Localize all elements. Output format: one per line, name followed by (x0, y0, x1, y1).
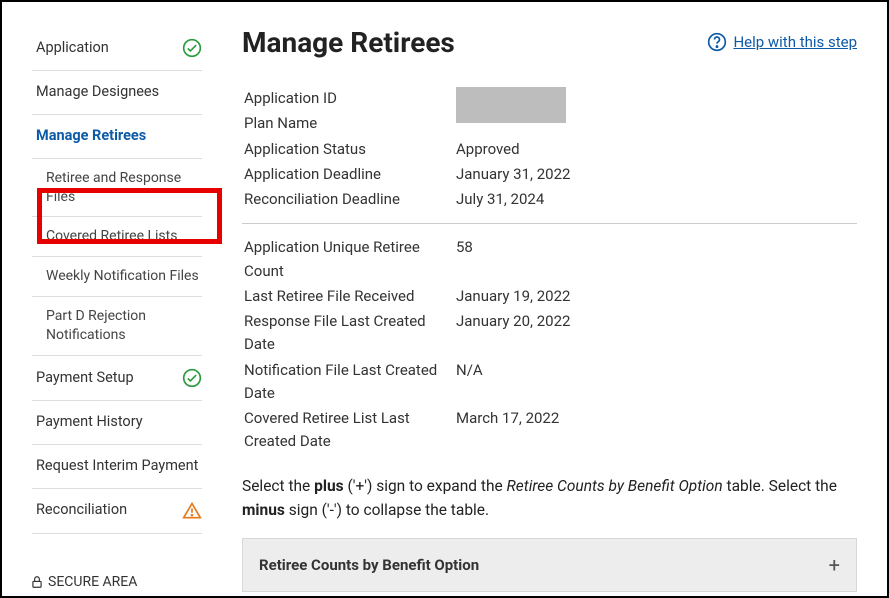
lock-icon (30, 575, 44, 589)
sidebar-item-label: Part D Rejection Notifications (46, 308, 146, 343)
detail-value: July 31, 2024 (456, 188, 855, 211)
divider (242, 223, 857, 224)
detail-value: January 31, 2022 (456, 163, 855, 186)
detail-label: Plan Name (244, 112, 454, 135)
detail-value: March 17, 2022 (456, 407, 855, 454)
sidebar-sub-covered-lists[interactable]: Covered Retiree Lists (32, 217, 202, 257)
expand-retiree-counts[interactable]: Retiree Counts by Benefit Option + (242, 538, 857, 592)
detail-value: N/A (456, 359, 855, 406)
details-table-2: Application Unique Retiree Count 58 Last… (242, 234, 857, 455)
detail-value: 58 (456, 236, 855, 283)
detail-label: Notification File Last Created Date (244, 359, 454, 406)
sidebar-item-label: Retiree and Response Files (46, 170, 181, 205)
sidebar-sub-retiree-files[interactable]: Retiree and Response Files (32, 159, 202, 218)
sidebar-item-label: Weekly Notification Files (46, 268, 199, 284)
secure-area-label: SECURE AREA (48, 574, 137, 590)
sidebar-item-label: Reconciliation (36, 501, 127, 520)
sidebar-sub-weekly-notif[interactable]: Weekly Notification Files (32, 257, 202, 297)
detail-value: Approved (456, 138, 855, 161)
instruction-text: Select the plus ('+') sign to expand the… (242, 474, 857, 522)
detail-label: Last Retiree File Received (244, 285, 454, 308)
detail-label: Covered Retiree List Last Created Date (244, 407, 454, 454)
sidebar-item-label: Manage Designees (36, 83, 159, 102)
sidebar-item-label: Covered Retiree Lists (46, 228, 177, 244)
detail-value-redacted (456, 87, 855, 136)
sidebar-item-application[interactable]: Application (32, 26, 202, 71)
sidebar-item-request-interim[interactable]: Request Interim Payment (32, 445, 202, 489)
sidebar-item-label: Payment History (36, 413, 143, 432)
help-link-label: Help with this step (733, 33, 857, 51)
sidebar-item-label: Payment Setup (36, 369, 134, 388)
sidebar-item-payment-history[interactable]: Payment History (32, 401, 202, 445)
warning-triangle-icon (182, 501, 202, 521)
sidebar-item-manage-retirees[interactable]: Manage Retirees (32, 115, 202, 159)
detail-label: Application Unique Retiree Count (244, 236, 454, 283)
check-circle-icon (182, 38, 202, 58)
sidebar-sub-partd[interactable]: Part D Rejection Notifications (32, 297, 202, 356)
detail-label: Application Deadline (244, 163, 454, 186)
check-circle-icon (182, 368, 202, 388)
sidebar-item-label: Request Interim Payment (36, 457, 198, 476)
detail-value: January 19, 2022 (456, 285, 855, 308)
detail-label: Response File Last Created Date (244, 310, 454, 357)
detail-label: Reconciliation Deadline (244, 188, 454, 211)
plus-icon: + (829, 553, 840, 577)
help-circle-icon (707, 32, 727, 52)
help-link[interactable]: Help with this step (707, 32, 857, 52)
sidebar-item-payment-setup[interactable]: Payment Setup (32, 356, 202, 401)
sidebar-item-manage-designees[interactable]: Manage Designees (32, 71, 202, 115)
sidebar: Application Manage Designees Manage Reti… (32, 26, 202, 562)
detail-label: Application ID (244, 87, 454, 110)
sidebar-item-reconciliation[interactable]: Reconciliation (32, 489, 202, 534)
sidebar-item-label: Manage Retirees (36, 127, 146, 146)
detail-value: January 20, 2022 (456, 310, 855, 357)
sidebar-item-label: Application (36, 39, 109, 58)
main-content: Manage Retirees Help with this step Appl… (202, 26, 857, 562)
details-table: Application ID Plan Name Application Sta… (242, 85, 857, 213)
secure-area-badge: SECURE AREA (30, 574, 137, 590)
detail-label: Application Status (244, 138, 454, 161)
expand-label: Retiree Counts by Benefit Option (259, 556, 479, 574)
page-title: Manage Retirees (242, 26, 455, 59)
